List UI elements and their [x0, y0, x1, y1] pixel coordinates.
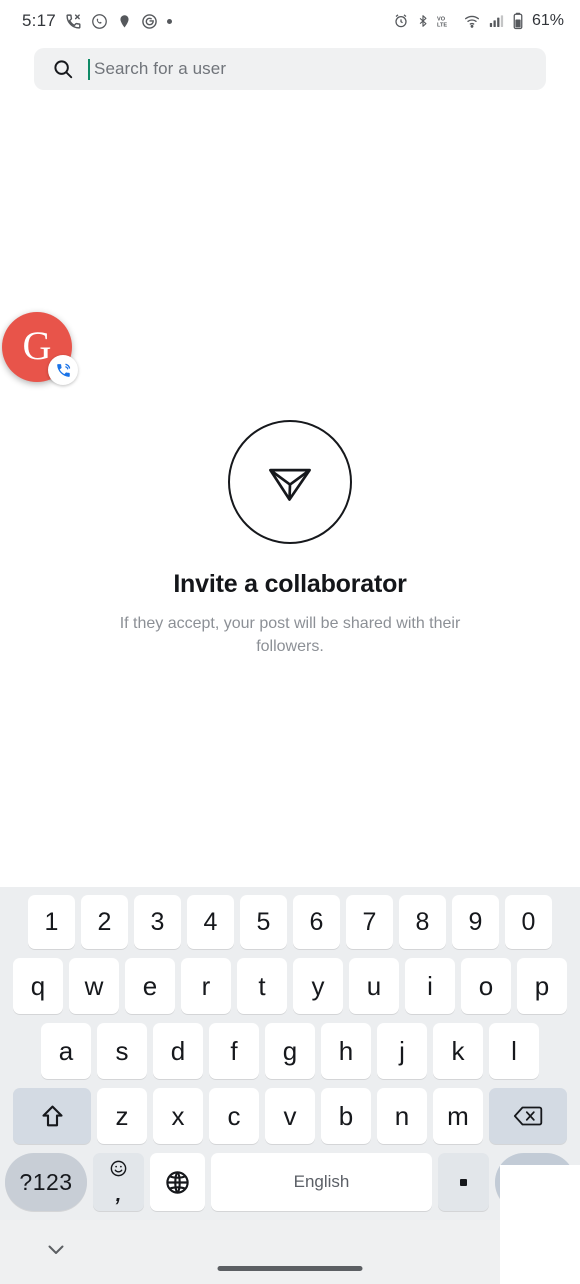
status-bar-left: 5:17: [22, 11, 172, 31]
key-d[interactable]: d: [153, 1023, 203, 1079]
key-u[interactable]: u: [349, 958, 399, 1014]
phone-screen: 5:17 VO LTE 61% Search for a user G Invi…: [0, 0, 580, 1284]
location-pin-icon: [117, 13, 132, 30]
battery-percent: 61%: [531, 12, 564, 29]
key-8[interactable]: 8: [399, 895, 446, 949]
key-h[interactable]: h: [321, 1023, 371, 1079]
keyboard-row-home: a s d f g h j k l: [5, 1023, 575, 1079]
whatsapp-icon: [91, 13, 108, 30]
key-3[interactable]: 3: [134, 895, 181, 949]
search-section: Search for a user: [0, 42, 580, 90]
key-l[interactable]: l: [489, 1023, 539, 1079]
search-icon: [52, 58, 74, 80]
key-2[interactable]: 2: [81, 895, 128, 949]
status-time: 5:17: [22, 11, 56, 30]
search-caret: [88, 58, 90, 80]
key-f[interactable]: f: [209, 1023, 259, 1079]
keyboard-row-bottom: z x c v b n m: [5, 1088, 575, 1144]
status-bar-right: VO LTE 61%: [393, 12, 564, 30]
key-1[interactable]: 1: [28, 895, 75, 949]
svg-text:VO: VO: [437, 16, 446, 22]
empty-state-subtitle: If they accept, your post will be shared…: [119, 615, 461, 656]
page-title: Invite a collaborator: [173, 570, 407, 598]
key-m[interactable]: m: [433, 1088, 483, 1144]
key-x[interactable]: x: [153, 1088, 203, 1144]
key-0[interactable]: 0: [505, 895, 552, 949]
key-z[interactable]: z: [97, 1088, 147, 1144]
bluetooth-icon: [416, 13, 430, 29]
emoji-smiley-icon: [109, 1159, 128, 1182]
home-gesture-bar[interactable]: [217, 1266, 363, 1271]
key-n[interactable]: n: [377, 1088, 427, 1144]
key-6[interactable]: 6: [293, 895, 340, 949]
main-content: G Invite a collaborator If they accept, …: [0, 90, 580, 887]
nav-corner-overlay: [500, 1219, 580, 1284]
key-t[interactable]: t: [237, 958, 287, 1014]
bubble-avatar-letter: G: [22, 323, 52, 368]
alarm-icon: [393, 13, 409, 29]
key-q[interactable]: q: [13, 958, 63, 1014]
search-input[interactable]: Search for a user: [94, 59, 226, 79]
key-b[interactable]: b: [321, 1088, 371, 1144]
keyboard-row-top: q w e r t y u i o p: [5, 958, 575, 1014]
language-globe-icon[interactable]: [150, 1153, 205, 1211]
spacebar[interactable]: English: [211, 1153, 432, 1211]
dot-icon: [166, 18, 172, 24]
svg-text:LTE: LTE: [437, 23, 447, 29]
volte-icon: VO LTE: [437, 13, 456, 29]
search-bar[interactable]: Search for a user: [34, 48, 546, 90]
chevron-down-icon[interactable]: [44, 1238, 68, 1267]
comma-label: ,: [115, 1184, 122, 1206]
key-w[interactable]: w: [69, 958, 119, 1014]
key-y[interactable]: y: [293, 958, 343, 1014]
key-j[interactable]: j: [377, 1023, 427, 1079]
key-5[interactable]: 5: [240, 895, 287, 949]
key-e[interactable]: e: [125, 958, 175, 1014]
status-bar: 5:17 VO LTE 61%: [0, 0, 580, 42]
key-r[interactable]: r: [181, 958, 231, 1014]
keyboard-row-numbers: 1 2 3 4 5 6 7 8 9 0: [5, 895, 575, 949]
floating-chat-bubble[interactable]: G: [2, 312, 78, 385]
battery-icon: [512, 12, 524, 30]
shift-up-arrow-icon[interactable]: [13, 1088, 91, 1144]
keyboard-corner-overlay: [500, 1165, 580, 1220]
phone-call-icon: [48, 355, 78, 385]
emoji-comma-key[interactable]: ,: [93, 1153, 144, 1211]
key-9[interactable]: 9: [452, 895, 499, 949]
key-v[interactable]: v: [265, 1088, 315, 1144]
navigation-bar: [0, 1219, 580, 1284]
cellular-signal-icon: [488, 13, 505, 29]
key-k[interactable]: k: [433, 1023, 483, 1079]
period-dot-icon: [460, 1178, 467, 1186]
key-7[interactable]: 7: [346, 895, 393, 949]
phone-missed-icon: [65, 13, 82, 30]
keyboard-row-function: ?123 , English: [5, 1153, 575, 1211]
key-p[interactable]: p: [517, 958, 567, 1014]
key-4[interactable]: 4: [187, 895, 234, 949]
key-o[interactable]: o: [461, 958, 511, 1014]
symbols-key[interactable]: ?123: [5, 1153, 87, 1211]
wifi-icon: [463, 13, 481, 29]
period-key[interactable]: [438, 1153, 489, 1211]
empty-state: Invite a collaborator If they accept, yo…: [0, 420, 580, 658]
backspace-delete-icon[interactable]: [489, 1088, 567, 1144]
google-g-icon: [141, 13, 158, 30]
key-g[interactable]: g: [265, 1023, 315, 1079]
on-screen-keyboard: 1 2 3 4 5 6 7 8 9 0 q w e r t y u i o p …: [0, 887, 580, 1220]
key-i[interactable]: i: [405, 958, 455, 1014]
key-s[interactable]: s: [97, 1023, 147, 1079]
key-c[interactable]: c: [209, 1088, 259, 1144]
key-a[interactable]: a: [41, 1023, 91, 1079]
send-paper-plane-icon: [228, 420, 352, 544]
